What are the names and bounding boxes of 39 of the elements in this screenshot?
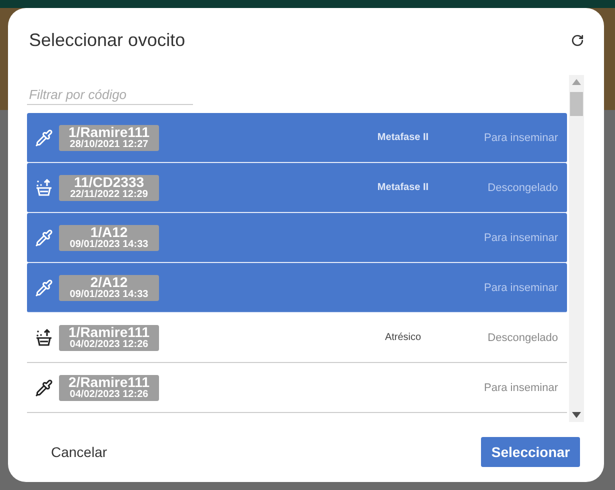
oocyte-status: Para inseminar [483, 382, 558, 394]
thawed-basket-icon [35, 178, 53, 196]
oocyte-date: 28/10/2021 12:27 [70, 139, 148, 150]
oocyte-status: Para inseminar [483, 282, 558, 294]
pipette-icon [35, 278, 53, 296]
oocyte-date: 04/02/2023 12:26 [70, 389, 148, 400]
oocyte-stage: Metafase II [377, 182, 429, 193]
scroll-down-icon[interactable] [572, 412, 581, 418]
oocyte-code: 2/A12 [90, 275, 128, 289]
oocyte-row[interactable]: 1/A12 09/01/2023 14:33 Para inseminar [27, 213, 567, 263]
oocyte-code: 1/Ramire111 [68, 125, 150, 139]
oocyte-stage: Metafase II [377, 132, 429, 143]
oocyte-code: 11/CD2333 [74, 175, 144, 189]
oocyte-code: 1/A12 [90, 225, 128, 239]
oocyte-date: 09/01/2023 14:33 [70, 289, 148, 300]
oocyte-date: 09/01/2023 14:33 [70, 239, 148, 250]
oocyte-status: Para inseminar [483, 132, 558, 144]
pipette-icon [35, 228, 53, 246]
oocyte-row[interactable]: 1/Ramire111 28/10/2021 12:27 Metafase II Para inseminar [27, 113, 567, 163]
oocyte-code: 2/Ramire111 [68, 375, 150, 389]
oocyte-code: 1/Ramire111 [68, 325, 150, 339]
pipette-icon [35, 378, 53, 396]
thawed-basket-icon [35, 328, 53, 346]
oocyte-status: Descongelado [486, 332, 558, 344]
cancel-button[interactable]: Cancelar [39, 438, 120, 466]
dialog-title: Seleccionar ovocito [29, 30, 186, 50]
select-button[interactable]: Seleccionar [481, 437, 580, 467]
oocyte-status: Para inseminar [483, 232, 558, 244]
scroll-up-icon[interactable] [572, 79, 581, 85]
refresh-button[interactable] [571, 34, 584, 46]
oocyte-date: 22/11/2022 12:29 [70, 189, 148, 200]
scrollbar[interactable] [569, 75, 584, 422]
oocyte-status: Descongelado [486, 182, 558, 194]
pipette-icon [35, 128, 53, 146]
oocyte-stage: Atrésico [384, 332, 422, 343]
oocyte-date: 04/02/2023 12:26 [70, 339, 148, 350]
oocyte-row[interactable]: 11/CD2333 22/11/2022 12:29 Metafase II Descongelado [27, 163, 567, 213]
oocyte-row[interactable]: 2/A12 09/01/2023 14:33 Para inseminar [27, 263, 567, 313]
scroll-thumb[interactable] [570, 92, 583, 116]
